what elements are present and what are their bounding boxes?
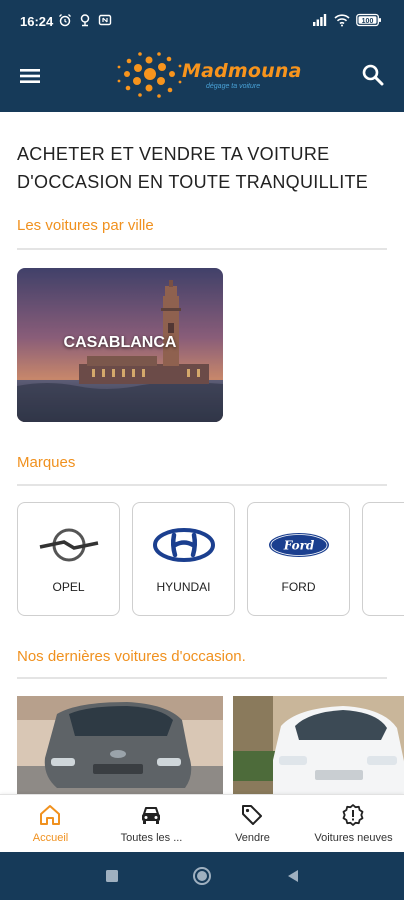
brands-carousel[interactable]: OPEL HYUNDAI Ford FORD	[17, 502, 404, 616]
signal-icon	[313, 14, 327, 26]
cities-section-title: Les voitures par ville	[17, 217, 154, 234]
home-content[interactable]: ACHETER ET VENDRE TA VOITURE D'OCCASION …	[0, 112, 404, 794]
brand-card-hyundai[interactable]: HYUNDAI	[132, 502, 235, 616]
brands-divider	[17, 484, 387, 486]
nav-item-voitures-neuves[interactable]: Voitures neuves	[303, 795, 404, 853]
latest-cars-list[interactable]	[17, 696, 404, 794]
nav-item-accueil[interactable]: Accueil	[0, 795, 101, 853]
brands-section-title: Marques	[17, 454, 76, 471]
battery-level: 100	[362, 18, 374, 25]
home-circle-icon[interactable]	[192, 866, 212, 886]
cities-divider	[17, 248, 387, 250]
nav-item-vendre[interactable]: Vendre	[202, 795, 303, 853]
recent-apps-icon[interactable]	[102, 866, 122, 886]
logo-dots-icon	[117, 52, 182, 98]
nav-label: Voitures neuves	[314, 832, 393, 844]
badge-alert-icon	[342, 804, 364, 826]
city-name-label: CASABLANCA	[63, 334, 177, 351]
svg-text:Ford: Ford	[283, 539, 315, 553]
brand-name: FORD	[281, 580, 316, 594]
tag-icon	[242, 805, 262, 825]
system-navigation-bar	[0, 852, 404, 900]
car-card-hyundai[interactable]	[233, 696, 404, 794]
brand-card-ford[interactable]: Ford FORD	[247, 502, 350, 616]
brand-card-partial[interactable]	[362, 502, 404, 616]
nav-label: Vendre	[235, 832, 270, 844]
page-headline: ACHETER ET VENDRE TA VOITURE D'OCCASION …	[17, 144, 369, 192]
status-bar: 16:24 100	[0, 0, 404, 44]
ford-logo-icon: Ford	[269, 533, 329, 557]
hamburger-menu-icon[interactable]	[18, 64, 42, 88]
status-time: 16:24	[20, 14, 54, 29]
nav-item-toutes[interactable]: Toutes les ...	[101, 795, 202, 853]
back-triangle-icon[interactable]	[283, 866, 303, 886]
battery-icon: 100	[356, 13, 381, 27]
app-bar: Madmouna dégage ta voiture	[0, 44, 404, 112]
nav-label: Toutes les ...	[120, 832, 183, 844]
brand-name: OPEL	[52, 580, 85, 594]
car-photo-grey	[17, 696, 223, 794]
wifi-icon	[334, 14, 350, 27]
nav-label: Accueil	[32, 832, 69, 844]
app-logo[interactable]: Madmouna dégage ta voiture	[116, 50, 301, 102]
logo-tagline: dégage ta voiture	[206, 83, 261, 90]
latest-cars-section-title: Nos dernières voitures d'occasion.	[17, 648, 246, 665]
opel-logo-icon	[39, 528, 99, 562]
car-icon	[142, 807, 160, 824]
car-photo-white	[233, 696, 404, 794]
brand-card-opel[interactable]: OPEL	[17, 502, 120, 616]
brand-name: HYUNDAI	[156, 580, 211, 594]
nfc-icon	[98, 14, 112, 26]
search-icon[interactable]	[360, 62, 386, 88]
alarm-icon	[59, 14, 71, 27]
bottom-navigation: Accueil Toutes les ... Vendre Voitures n…	[0, 794, 404, 852]
latest-cars-divider	[17, 677, 387, 679]
city-card-casablanca[interactable]: CASABLANCA	[17, 268, 223, 422]
home-icon	[40, 805, 60, 825]
car-card-ford-focus[interactable]	[17, 696, 223, 794]
top-header: 16:24 100 Madmouna dégage ta voiture	[0, 0, 404, 112]
location-icon	[80, 14, 90, 27]
logo-name: Madmouna	[182, 60, 302, 82]
hyundai-logo-icon	[153, 528, 215, 562]
